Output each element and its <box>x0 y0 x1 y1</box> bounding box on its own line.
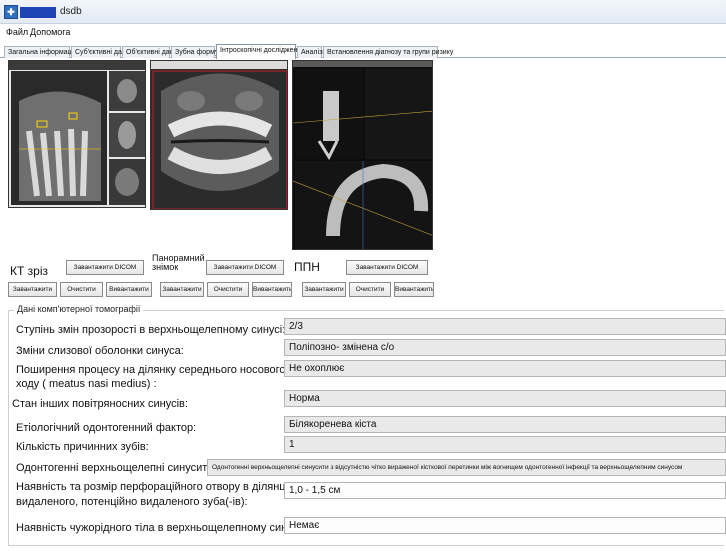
tab-strip: Загальна інформація Суб'єктивні дані Об'… <box>0 42 726 59</box>
ppn-upload-dicom-button[interactable]: Завантажити DICOM <box>346 260 428 275</box>
panoramic-label: Панорамний знімок <box>152 253 205 272</box>
panoramic-unload-button[interactable]: Вивантажити <box>252 282 292 297</box>
tab-introscopic-studies[interactable]: Інтроскопічні дослідження <box>216 44 305 59</box>
title-bar: ✚ dsdb <box>0 0 726 24</box>
meatus-spread-value[interactable]: Не охоплює <box>284 360 726 377</box>
ct-load-button[interactable]: Завантажити <box>8 282 57 297</box>
foreign-body-value[interactable]: Немає <box>284 517 726 534</box>
ppn-load-button[interactable]: Завантажити <box>302 282 346 297</box>
other-sinuses-label: Стан інших повітряносних синусів: <box>12 398 188 410</box>
tab-dental-formula[interactable]: Зубна формула <box>171 46 226 58</box>
foreign-body-label: Наявність чужорідного тіла в верхньощеле… <box>16 522 304 534</box>
etiology-factor-value[interactable]: Білякоренева кіста <box>284 416 726 433</box>
window-title: dsdb <box>60 6 82 17</box>
ct-unload-button[interactable]: Вивантажити <box>106 282 152 297</box>
redacted-title-block <box>20 7 56 18</box>
perforation-value[interactable]: 1,0 - 1,5 см <box>284 482 726 499</box>
ppn-unload-button[interactable]: Вивантажити <box>394 282 434 297</box>
sinus-transparency-value[interactable]: 2/3 <box>284 318 726 335</box>
panoramic-upload-dicom-button[interactable]: Завантажити DICOM <box>206 260 284 275</box>
ct-clear-button[interactable]: Очистити <box>60 282 103 297</box>
ppn-image <box>292 60 433 250</box>
meatus-spread-label: Поширення процесу на ділянку середнього … <box>16 364 286 376</box>
ppn-clear-button[interactable]: Очистити <box>349 282 391 297</box>
mucosa-changes-label: Зміни слизової оболонки синуса: <box>16 345 184 357</box>
odontogenic-sinusitis-label: Одонтогенні верхньощелепні синусити: <box>16 462 217 474</box>
menu-bar: Файл Допомога <box>0 24 726 40</box>
menu-help[interactable]: Допомога <box>30 27 70 37</box>
meatus-spread-label-line2: ходу ( meatus nasi medius) : <box>16 378 157 390</box>
etiology-factor-label: Етіологічний одонтогенний фактор: <box>16 422 197 434</box>
panoramic-image <box>150 60 288 210</box>
panoramic-clear-button[interactable]: Очистити <box>207 282 249 297</box>
causal-teeth-count-value[interactable]: 1 <box>284 436 726 453</box>
ct-upload-dicom-button[interactable]: Завантажити DICOM <box>66 260 144 275</box>
tab-analyses[interactable]: Аналізи <box>297 46 326 58</box>
ct-scan-image <box>8 60 146 208</box>
ppn-label: ППН <box>294 260 320 274</box>
tab-objective-data[interactable]: Об'єктивні дані <box>122 46 175 58</box>
tab-subjective-data[interactable]: Суб'єктивні дані <box>71 46 127 58</box>
ct-slice-label: КТ зріз <box>10 264 48 278</box>
panoramic-load-button[interactable]: Завантажити <box>160 282 204 297</box>
tab-general-info[interactable]: Загальна інформація <box>4 46 77 58</box>
ct-data-legend: Дані комп'ютерної томографії <box>14 304 144 314</box>
perforation-label: Наявність та розмір перфораційного отвор… <box>16 481 289 493</box>
menu-file[interactable]: Файл <box>6 27 28 37</box>
app-icon: ✚ <box>4 5 18 19</box>
tab-diagnosis[interactable]: Встановлення діагнозу та групи ризику <box>323 46 453 58</box>
odontogenic-sinusitis-value[interactable]: Одонтогенні верхньощелепні синусити з ві… <box>207 459 726 476</box>
sinus-transparency-label: Ступінь змін прозорості в верхньощелепно… <box>16 324 286 336</box>
other-sinuses-value[interactable]: Норма <box>284 390 726 407</box>
causal-teeth-count-label: Кількість причинних зубів: <box>16 441 149 453</box>
mucosa-changes-value[interactable]: Поліпозно- змінена с/о <box>284 339 726 356</box>
perforation-label-line2: видаленого, потенційно видаленого зуба(-… <box>16 496 248 508</box>
